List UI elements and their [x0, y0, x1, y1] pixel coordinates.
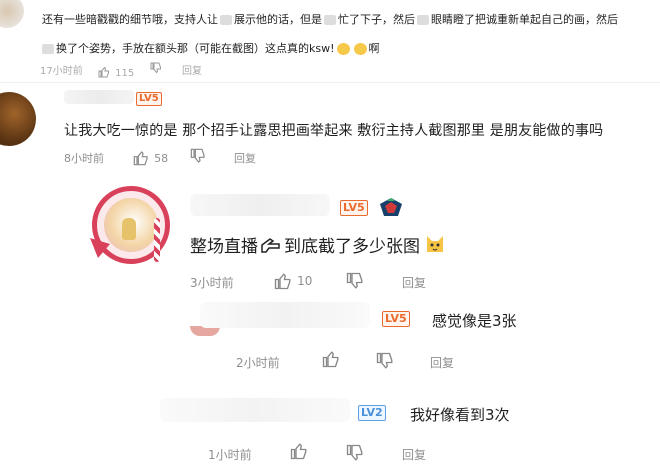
reply-button[interactable]: 回复: [234, 150, 256, 166]
username-blurred[interactable]: [64, 90, 134, 104]
hand-emoji-icon: [220, 15, 232, 25]
bear-decoration-icon: [122, 218, 136, 240]
comment-time: 8小时前: [64, 152, 104, 165]
comment-item: LV5 让我大吃一惊的是 那个招手让露思把画举起来 敷衍主持人截图那里 是朋友能…: [0, 84, 660, 174]
comment-text-line-1: 还有一些暗戳戳的细节哦，支持人让 展示他的话，但是 忙了下子，然后 眼睛瞪了把诚重新单…: [42, 13, 618, 26]
thumbs-up-icon[interactable]: [290, 442, 308, 460]
thumbs-down-icon[interactable]: [346, 272, 364, 290]
username-blurred[interactable]: [200, 302, 370, 328]
reply-button[interactable]: 回复: [430, 354, 454, 371]
like-button[interactable]: 10: [274, 270, 312, 290]
level-badge: LV2: [358, 405, 386, 421]
reply-button[interactable]: 回复: [402, 446, 426, 463]
thumbs-up-icon[interactable]: [322, 350, 340, 368]
comment-item: 还有一些暗戳戳的细节哦，支持人让 展示他的话，但是 忙了下子，然后 眼睛瞪了把诚重新单…: [0, 0, 660, 82]
reply-button[interactable]: 回复: [402, 274, 426, 291]
like-button[interactable]: 58: [133, 147, 168, 166]
like-count: 58: [154, 152, 169, 165]
like-count: 10: [297, 274, 313, 288]
avatar[interactable]: [0, 92, 36, 146]
candy-cane-decoration-icon: [154, 218, 160, 262]
divider: [0, 82, 660, 83]
like-count: 115: [115, 68, 135, 79]
hand-emoji-icon: [42, 44, 54, 54]
thumbs-down-icon[interactable]: [376, 352, 394, 370]
medal-badge-icon: [380, 198, 402, 216]
crying-emoji-icon: [336, 43, 350, 55]
level-badge: LV5: [136, 92, 162, 106]
avatar[interactable]: [90, 186, 174, 268]
cat-emoji-icon: [424, 234, 446, 256]
tilted-face-emoji-icon: [324, 15, 336, 25]
comment-time: 3小时前: [190, 276, 234, 290]
level-badge: LV5: [340, 200, 368, 216]
comment-time: 1小时前: [208, 448, 252, 462]
thumbs-up-icon: [98, 66, 109, 77]
comment-text-line-2: 换了个姿势，手放在额头那（可能在截图）这点真的ksw! 啊: [42, 40, 380, 56]
level-badge: LV5: [382, 311, 410, 327]
comment-text: 我好像看到3次: [410, 406, 510, 424]
reply-item: LV5 整场直播 到底截了多少张图 3小时前 10 回复: [0, 180, 660, 295]
crying-emoji-icon: [353, 43, 367, 55]
thumbs-down-icon[interactable]: [346, 444, 364, 462]
avatar[interactable]: [0, 0, 24, 28]
like-button[interactable]: 115: [98, 61, 134, 80]
username-blurred[interactable]: [190, 194, 330, 216]
comment-time: 2小时前: [236, 356, 280, 370]
comment-time: 17小时前: [40, 66, 83, 77]
hand-emoji-icon: [260, 237, 282, 255]
thumbs-up-icon: [133, 150, 148, 165]
reply-item: LV2 我好像看到3次 1小时前 回复: [0, 392, 660, 471]
thumbs-down-icon[interactable]: [150, 62, 162, 74]
reply-button[interactable]: 回复: [182, 62, 202, 77]
thumbs-up-icon: [274, 272, 291, 289]
comment-text: 让我大吃一惊的是 那个招手让露思把画举起来 敷衍主持人截图那里 是朋友能做的事吗: [64, 123, 604, 139]
username-blurred[interactable]: [160, 398, 350, 422]
hand-emoji-icon: [417, 15, 429, 25]
thumbs-down-icon[interactable]: [190, 148, 206, 164]
comment-text: 感觉像是3张: [432, 312, 517, 330]
comment-text: 整场直播 到底截了多少张图: [190, 232, 446, 257]
reply-item: LV5 感觉像是3张 2小时前 回复: [0, 300, 660, 375]
